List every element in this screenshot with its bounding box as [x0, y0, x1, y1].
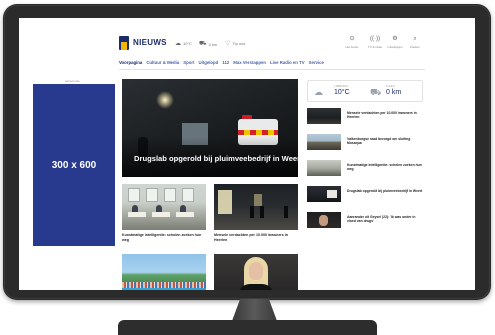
- article-card[interactable]: [122, 254, 206, 290]
- list-item-title[interactable]: Mensele verdachten per 10.000 inwoners i…: [347, 111, 423, 120]
- header-traffic[interactable]: ⛟ 0 km: [199, 40, 217, 48]
- monitor-neck: [232, 299, 277, 321]
- brand-name[interactable]: NIEUWS: [133, 38, 167, 47]
- weather-widget[interactable]: ☁ LIMBURG 10°C ⛟ FILES 0 km: [307, 80, 423, 102]
- list-item[interactable]: Drugslab opgerold bij pluimveebedrijf in…: [307, 186, 423, 202]
- list-thumbnail[interactable]: [307, 212, 341, 228]
- monitor-frame: NIEUWS ☁ 10°C ⛟ 0 km ♡ Tip ons ⊙ Het And…: [3, 4, 491, 300]
- radio-icon: ((·)): [370, 36, 380, 42]
- list-item-title[interactable]: Valkenburgse raad bezorgd om sluiting Mo…: [347, 137, 423, 146]
- header-alarm-button[interactable]: ⊙ Het Ander: [342, 36, 362, 49]
- car-icon: ⛟: [370, 87, 382, 97]
- search-icon: ⌕: [413, 36, 417, 42]
- header-radio-button[interactable]: ((·)) TV & radio: [365, 36, 385, 49]
- header-weather[interactable]: ☁ 10°C: [175, 40, 192, 47]
- header-tip[interactable]: ♡ Tip ons: [225, 40, 245, 47]
- hero-article[interactable]: Drugslab opgerold bij pluimveebedrijf in…: [122, 79, 298, 177]
- ad-size-text: 300 x 600: [51, 159, 97, 171]
- list-item[interactable]: Aanrander uit Geysel (22): 'Ik was onder…: [307, 212, 423, 228]
- article-title[interactable]: Kunstmatige intelligentie: scholen zoeke…: [122, 233, 206, 242]
- nav-item-sport[interactable]: Sport: [183, 58, 194, 68]
- cloud-icon: ☁: [175, 41, 181, 47]
- cloud-icon: ☁: [314, 87, 323, 97]
- article-card[interactable]: [214, 254, 298, 290]
- heart-icon: ♡: [225, 41, 231, 47]
- header-settings-button[interactable]: ⚙ Instellingen: [385, 36, 405, 49]
- list-thumbnail[interactable]: [307, 186, 341, 202]
- list-thumbnail[interactable]: [307, 160, 341, 176]
- article-thumbnail[interactable]: [214, 254, 298, 290]
- nav-item-112[interactable]: 112: [222, 58, 229, 68]
- logo-icon[interactable]: [119, 36, 129, 50]
- article-thumbnail[interactable]: [214, 184, 298, 230]
- car-icon: ⛟: [199, 41, 207, 47]
- nav-item-max-verstappen[interactable]: Max Verstappen: [233, 58, 266, 68]
- browser-screen: NIEUWS ☁ 10°C ⛟ 0 km ♡ Tip ons ⊙ Het And…: [19, 18, 475, 290]
- list-item[interactable]: Kunstmatige intelligentie: scholen zoeke…: [307, 160, 423, 176]
- nav-item-service[interactable]: Service: [309, 58, 324, 68]
- traffic-block: FILES 0 km: [386, 84, 402, 96]
- article-title[interactable]: Mensele verdachten per 10.000 inwoners i…: [214, 233, 298, 242]
- list-item-title[interactable]: Aanrander uit Geysel (22): 'Ik was onder…: [347, 215, 423, 224]
- article-thumbnail[interactable]: [122, 184, 206, 230]
- alarm-icon: ⊙: [349, 36, 355, 42]
- main-nav: Voorpagina Cultuur & Media Sport Uitgelo…: [119, 58, 324, 68]
- header-search-button[interactable]: ⌕ Zoeken: [405, 36, 425, 49]
- list-item-title[interactable]: Drugslab opgerold bij pluimveebedrijf in…: [347, 189, 423, 193]
- gear-icon: ⚙: [392, 36, 398, 42]
- article-thumbnail[interactable]: [122, 254, 206, 290]
- temperature-block: LIMBURG 10°C: [334, 84, 350, 96]
- nav-item-cultuur-media[interactable]: Cultuur & Media: [146, 58, 179, 68]
- nav-item-live-radio-tv[interactable]: Live Radio en TV: [270, 58, 305, 68]
- hero-title[interactable]: Drugslab opgerold bij pluimveebedrijf in…: [134, 154, 298, 163]
- ad-label: advertentie: [65, 79, 80, 83]
- nav-divider: [119, 69, 425, 70]
- site-header: NIEUWS ☁ 10°C ⛟ 0 km ♡ Tip ons ⊙ Het And…: [19, 18, 475, 58]
- monitor-stand: [118, 320, 377, 335]
- list-thumbnail[interactable]: [307, 134, 341, 150]
- ad-banner[interactable]: 300 x 600: [33, 84, 115, 246]
- list-item[interactable]: Mensele verdachten per 10.000 inwoners i…: [307, 108, 423, 124]
- list-item-title[interactable]: Kunstmatige intelligentie: scholen zoeke…: [347, 163, 423, 172]
- hero-image: [156, 91, 174, 109]
- nav-item-voorpagina[interactable]: Voorpagina: [119, 58, 142, 68]
- list-thumbnail[interactable]: [307, 108, 341, 124]
- article-card[interactable]: Mensele verdachten per 10.000 inwoners i…: [214, 184, 298, 242]
- article-card[interactable]: Kunstmatige intelligentie: scholen zoeke…: [122, 184, 206, 242]
- nav-item-uitgelopd[interactable]: Uitgelopd: [199, 58, 219, 68]
- list-item[interactable]: Valkenburgse raad bezorgd om sluiting Mo…: [307, 134, 423, 150]
